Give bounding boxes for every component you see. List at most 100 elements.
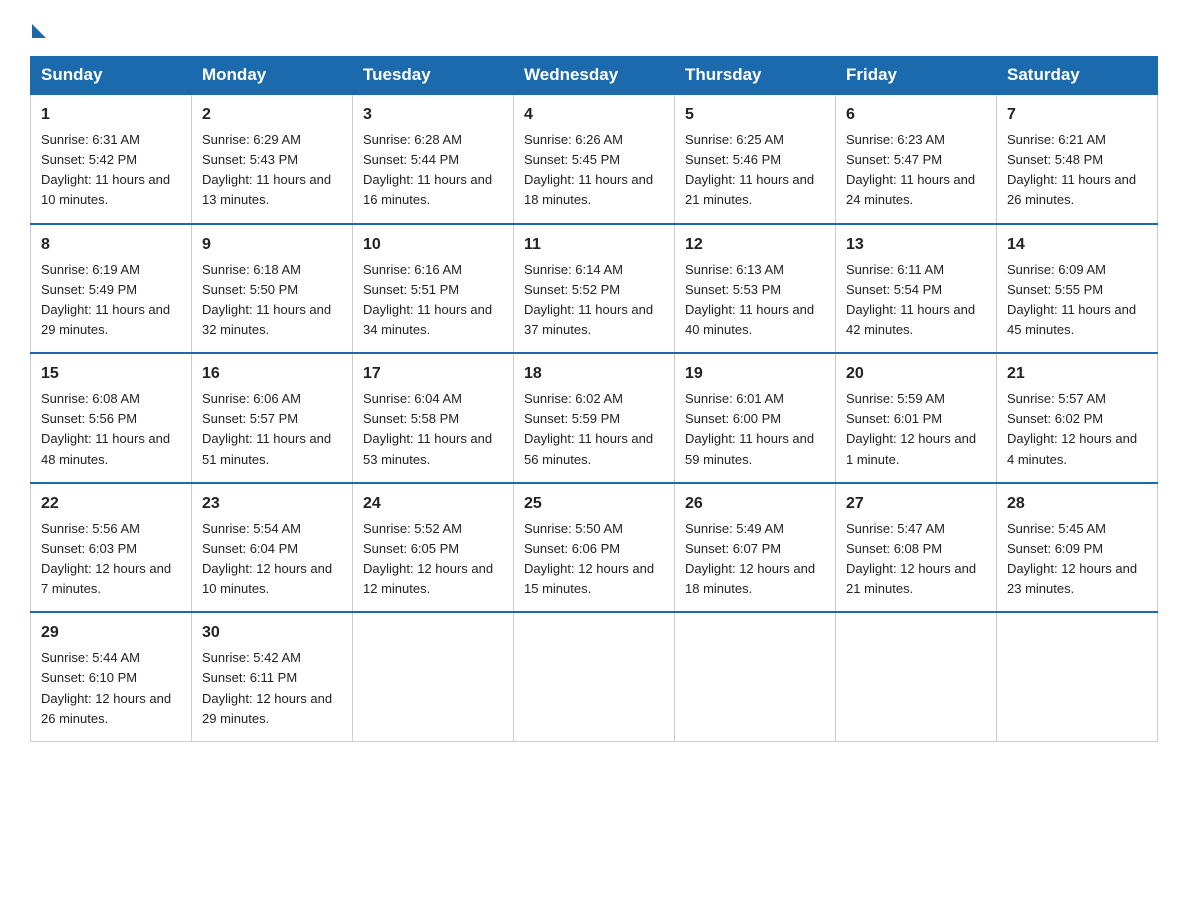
day-number: 29: [41, 621, 181, 645]
day-info: Sunrise: 6:02 AMSunset: 5:59 PMDaylight:…: [524, 389, 664, 470]
day-info: Sunrise: 6:06 AMSunset: 5:57 PMDaylight:…: [202, 389, 342, 470]
day-number: 1: [41, 103, 181, 127]
calendar-cell: 18 Sunrise: 6:02 AMSunset: 5:59 PMDayligh…: [514, 353, 675, 483]
day-number: 24: [363, 492, 503, 516]
day-number: 11: [524, 233, 664, 257]
calendar-cell: 7Sunrise: 6:21 AMSunset: 5:48 PMDaylight…: [997, 94, 1158, 224]
day-number: 27: [846, 492, 986, 516]
calendar-cell: 8 Sunrise: 6:19 AMSunset: 5:49 PMDaylight…: [31, 224, 192, 354]
calendar-cell: 14 Sunrise: 6:09 AMSunset: 5:55 PMDayligh…: [997, 224, 1158, 354]
calendar-cell: 17 Sunrise: 6:04 AMSunset: 5:58 PMDayligh…: [353, 353, 514, 483]
weekday-header-row: SundayMondayTuesdayWednesdayThursdayFrid…: [31, 57, 1158, 95]
calendar-week-row: 29 Sunrise: 5:44 AMSunset: 6:10 PMDayligh…: [31, 612, 1158, 741]
calendar-cell: 10Sunrise: 6:16 AMSunset: 5:51 PMDayligh…: [353, 224, 514, 354]
day-info: Sunrise: 6:19 AMSunset: 5:49 PMDaylight:…: [41, 260, 181, 341]
day-number: 23: [202, 492, 342, 516]
day-info: Sunrise: 5:54 AMSunset: 6:04 PMDaylight:…: [202, 519, 342, 600]
day-number: 12: [685, 233, 825, 257]
day-info: Sunrise: 6:29 AMSunset: 5:43 PMDaylight:…: [202, 130, 342, 211]
day-info: Sunrise: 6:01 AMSunset: 6:00 PMDaylight:…: [685, 389, 825, 470]
day-number: 26: [685, 492, 825, 516]
calendar-cell: [836, 612, 997, 741]
calendar-cell: 2 Sunrise: 6:29 AMSunset: 5:43 PMDaylight…: [192, 94, 353, 224]
day-number: 30: [202, 621, 342, 645]
calendar-cell: 23 Sunrise: 5:54 AMSunset: 6:04 PMDayligh…: [192, 483, 353, 613]
day-info: Sunrise: 6:14 AMSunset: 5:52 PMDaylight:…: [524, 260, 664, 341]
calendar-cell: 9 Sunrise: 6:18 AMSunset: 5:50 PMDaylight…: [192, 224, 353, 354]
weekday-header-monday: Monday: [192, 57, 353, 95]
day-number: 19: [685, 362, 825, 386]
logo-arrow-icon: [32, 24, 46, 38]
calendar-cell: 1 Sunrise: 6:31 AMSunset: 5:42 PMDaylight…: [31, 94, 192, 224]
calendar-cell: [514, 612, 675, 741]
calendar-cell: 19 Sunrise: 6:01 AMSunset: 6:00 PMDayligh…: [675, 353, 836, 483]
calendar-cell: 21 Sunrise: 5:57 AMSunset: 6:02 PMDayligh…: [997, 353, 1158, 483]
calendar-body: 1 Sunrise: 6:31 AMSunset: 5:42 PMDaylight…: [31, 94, 1158, 741]
day-number: 3: [363, 103, 503, 127]
calendar-cell: 3 Sunrise: 6:28 AMSunset: 5:44 PMDaylight…: [353, 94, 514, 224]
calendar-cell: 4Sunrise: 6:26 AMSunset: 5:45 PMDaylight…: [514, 94, 675, 224]
calendar-cell: 28 Sunrise: 5:45 AMSunset: 6:09 PMDayligh…: [997, 483, 1158, 613]
page-header: [30, 20, 1158, 38]
day-number: 18: [524, 362, 664, 386]
calendar-cell: 30 Sunrise: 5:42 AMSunset: 6:11 PMDayligh…: [192, 612, 353, 741]
calendar-cell: 13Sunrise: 6:11 AMSunset: 5:54 PMDayligh…: [836, 224, 997, 354]
day-info: Sunrise: 6:28 AMSunset: 5:44 PMDaylight:…: [363, 130, 503, 211]
calendar-cell: 20Sunrise: 5:59 AMSunset: 6:01 PMDayligh…: [836, 353, 997, 483]
day-number: 5: [685, 103, 825, 127]
day-info: Sunrise: 5:47 AMSunset: 6:08 PMDaylight:…: [846, 519, 986, 600]
day-info: Sunrise: 5:50 AMSunset: 6:06 PMDaylight:…: [524, 519, 664, 600]
calendar-cell: 25 Sunrise: 5:50 AMSunset: 6:06 PMDayligh…: [514, 483, 675, 613]
day-info: Sunrise: 6:11 AMSunset: 5:54 PMDaylight:…: [846, 260, 986, 341]
day-number: 7: [1007, 103, 1147, 127]
weekday-header-tuesday: Tuesday: [353, 57, 514, 95]
calendar-cell: 6Sunrise: 6:23 AMSunset: 5:47 PMDaylight…: [836, 94, 997, 224]
day-info: Sunrise: 6:04 AMSunset: 5:58 PMDaylight:…: [363, 389, 503, 470]
calendar-cell: 24 Sunrise: 5:52 AMSunset: 6:05 PMDayligh…: [353, 483, 514, 613]
calendar-cell: 12Sunrise: 6:13 AMSunset: 5:53 PMDayligh…: [675, 224, 836, 354]
day-info: Sunrise: 6:08 AMSunset: 5:56 PMDaylight:…: [41, 389, 181, 470]
calendar-table: SundayMondayTuesdayWednesdayThursdayFrid…: [30, 56, 1158, 742]
day-info: Sunrise: 5:49 AMSunset: 6:07 PMDaylight:…: [685, 519, 825, 600]
day-info: Sunrise: 5:56 AMSunset: 6:03 PMDaylight:…: [41, 519, 181, 600]
day-number: 22: [41, 492, 181, 516]
day-number: 9: [202, 233, 342, 257]
day-number: 2: [202, 103, 342, 127]
calendar-cell: 26 Sunrise: 5:49 AMSunset: 6:07 PMDayligh…: [675, 483, 836, 613]
calendar-cell: [997, 612, 1158, 741]
day-number: 4: [524, 103, 664, 127]
day-number: 28: [1007, 492, 1147, 516]
day-info: Sunrise: 5:59 AMSunset: 6:01 PMDaylight:…: [846, 389, 986, 470]
day-info: Sunrise: 6:09 AMSunset: 5:55 PMDaylight:…: [1007, 260, 1147, 341]
day-number: 16: [202, 362, 342, 386]
day-info: Sunrise: 5:42 AMSunset: 6:11 PMDaylight:…: [202, 648, 342, 729]
calendar-cell: 11 Sunrise: 6:14 AMSunset: 5:52 PMDayligh…: [514, 224, 675, 354]
weekday-header-saturday: Saturday: [997, 57, 1158, 95]
calendar-cell: 15Sunrise: 6:08 AMSunset: 5:56 PMDayligh…: [31, 353, 192, 483]
day-number: 25: [524, 492, 664, 516]
weekday-header-friday: Friday: [836, 57, 997, 95]
weekday-header-thursday: Thursday: [675, 57, 836, 95]
day-number: 21: [1007, 362, 1147, 386]
day-info: Sunrise: 6:31 AMSunset: 5:42 PMDaylight:…: [41, 130, 181, 211]
day-info: Sunrise: 5:57 AMSunset: 6:02 PMDaylight:…: [1007, 389, 1147, 470]
calendar-week-row: 8 Sunrise: 6:19 AMSunset: 5:49 PMDaylight…: [31, 224, 1158, 354]
weekday-header-sunday: Sunday: [31, 57, 192, 95]
calendar-cell: 5 Sunrise: 6:25 AMSunset: 5:46 PMDaylight…: [675, 94, 836, 224]
day-info: Sunrise: 6:25 AMSunset: 5:46 PMDaylight:…: [685, 130, 825, 211]
calendar-week-row: 15Sunrise: 6:08 AMSunset: 5:56 PMDayligh…: [31, 353, 1158, 483]
day-info: Sunrise: 6:18 AMSunset: 5:50 PMDaylight:…: [202, 260, 342, 341]
calendar-cell: [353, 612, 514, 741]
day-info: Sunrise: 5:52 AMSunset: 6:05 PMDaylight:…: [363, 519, 503, 600]
day-info: Sunrise: 5:45 AMSunset: 6:09 PMDaylight:…: [1007, 519, 1147, 600]
day-info: Sunrise: 6:16 AMSunset: 5:51 PMDaylight:…: [363, 260, 503, 341]
weekday-header-wednesday: Wednesday: [514, 57, 675, 95]
calendar-week-row: 1 Sunrise: 6:31 AMSunset: 5:42 PMDaylight…: [31, 94, 1158, 224]
logo: [30, 20, 46, 38]
day-number: 8: [41, 233, 181, 257]
calendar-header: SundayMondayTuesdayWednesdayThursdayFrid…: [31, 57, 1158, 95]
day-number: 17: [363, 362, 503, 386]
calendar-cell: 29 Sunrise: 5:44 AMSunset: 6:10 PMDayligh…: [31, 612, 192, 741]
day-info: Sunrise: 5:44 AMSunset: 6:10 PMDaylight:…: [41, 648, 181, 729]
day-number: 14: [1007, 233, 1147, 257]
